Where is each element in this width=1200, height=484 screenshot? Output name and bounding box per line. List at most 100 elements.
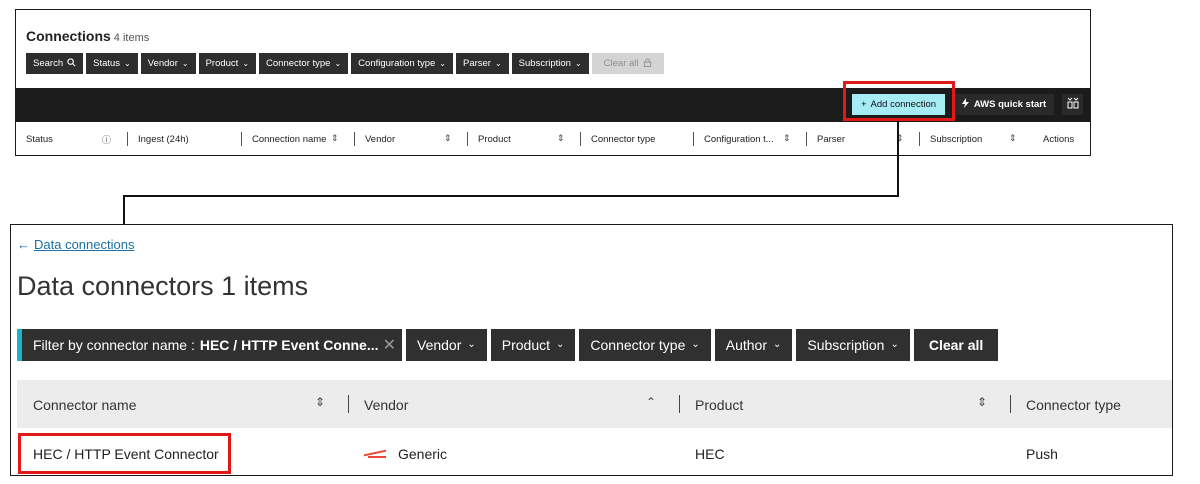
connector-type-filter-button[interactable]: Connector type ⌄ xyxy=(259,53,349,74)
column-divider xyxy=(127,132,128,146)
connector-line xyxy=(897,121,899,197)
search-button[interactable]: Search xyxy=(26,53,84,74)
arrow-left-icon: ← xyxy=(17,237,30,252)
clear-all-button[interactable]: Clear all xyxy=(913,329,999,361)
lightning-icon xyxy=(961,98,969,111)
data-connectors-filter-bar: Filter by connector name : HEC / HTTP Ev… xyxy=(17,329,999,361)
subscription-filter-button[interactable]: Subscription ⌄ xyxy=(511,53,589,74)
column-settings-button[interactable] xyxy=(1062,94,1083,115)
filter-tag-label: Filter by connector name : xyxy=(33,337,195,353)
sort-icon[interactable]: ⇕ xyxy=(557,133,565,144)
author-filter-label: Author xyxy=(725,337,767,353)
filter-tag-value: HEC / HTTP Event Conne... xyxy=(199,337,379,353)
vendor-filter-button[interactable]: Vendor ⌄ xyxy=(140,53,196,74)
chevron-down-icon: ⌄ xyxy=(124,58,131,68)
connector-type-filter-label: Connector type xyxy=(590,337,686,353)
sort-icon[interactable]: ⇕ xyxy=(977,395,987,409)
column-settings-icon xyxy=(1067,97,1079,112)
column-header-vendor[interactable]: Vendor xyxy=(365,134,395,145)
subscription-filter-label: Subscription xyxy=(518,58,571,69)
column-header-ingest[interactable]: Ingest (24h) xyxy=(138,134,189,145)
sort-icon[interactable]: ⇕ xyxy=(444,133,452,144)
chevron-down-icon: ⌄ xyxy=(181,58,189,68)
vendor-filter-button[interactable]: Vendor ⌄ xyxy=(406,329,487,361)
sort-icon[interactable]: ⇕ xyxy=(331,133,339,144)
vendor-cell: Generic xyxy=(364,446,447,462)
back-link-label: Data connections xyxy=(34,237,135,252)
product-filter-label: Product xyxy=(501,337,551,353)
connections-title-text: Connections xyxy=(26,28,111,44)
column-divider xyxy=(1010,395,1011,413)
column-header-connector-type[interactable]: Connector type xyxy=(1026,397,1121,413)
chevron-down-icon: ⌄ xyxy=(691,339,700,350)
column-divider xyxy=(241,132,242,146)
chevron-down-icon: ⌄ xyxy=(494,58,502,68)
chevron-down-icon: ⌄ xyxy=(467,339,476,350)
add-connection-highlight xyxy=(843,81,955,121)
column-header-connection-name[interactable]: Connection name xyxy=(252,134,326,145)
connector-type-cell: Push xyxy=(1026,446,1058,462)
sort-icon[interactable]: ⇕ xyxy=(315,395,325,409)
column-header-vendor[interactable]: Vendor xyxy=(364,397,408,413)
column-divider xyxy=(919,132,920,146)
parser-filter-label: Parser xyxy=(462,58,491,69)
vendor-logo-icon xyxy=(364,449,386,459)
column-divider xyxy=(348,395,349,413)
column-divider xyxy=(806,132,807,146)
connector-line xyxy=(123,195,899,197)
column-header-product[interactable]: Product xyxy=(695,397,743,413)
chevron-down-icon: ⌄ xyxy=(334,58,342,68)
connections-count: 4 items xyxy=(113,32,150,44)
column-header-connector-type[interactable]: Connector type xyxy=(591,134,655,145)
column-header-connector-name[interactable]: Connector name xyxy=(33,397,137,413)
status-filter-button[interactable]: Status ⌄ xyxy=(86,53,138,74)
column-divider xyxy=(693,132,694,146)
column-header-configuration-type[interactable]: Configuration t... xyxy=(704,134,774,145)
subscription-filter-button[interactable]: Subscription ⌄ xyxy=(796,329,910,361)
column-divider xyxy=(354,132,355,146)
data-connectors-table-header: Connector name ⇕ Vendor ⌃ Product ⇕ Conn… xyxy=(17,380,1172,428)
column-divider xyxy=(679,395,680,413)
vendor-filter-label: Vendor xyxy=(147,58,178,69)
back-link[interactable]: ← Data connections xyxy=(17,237,134,252)
search-icon xyxy=(67,57,76,70)
aws-quick-start-button[interactable]: AWS quick start xyxy=(954,94,1054,115)
subscription-filter-label: Subscription xyxy=(807,337,885,353)
clear-all-label: Clear all xyxy=(603,58,639,69)
connector-name-filter-tag[interactable]: Filter by connector name : HEC / HTTP Ev… xyxy=(17,329,402,361)
product-filter-label: Product xyxy=(205,58,239,69)
vendor-filter-label: Vendor xyxy=(417,337,462,353)
parser-filter-button[interactable]: Parser ⌄ xyxy=(455,53,509,74)
product-filter-button[interactable]: Product ⌄ xyxy=(490,329,576,361)
sort-icon[interactable]: ⇕ xyxy=(1009,133,1017,144)
page-title: Data connectors 1 items xyxy=(17,271,309,301)
connections-filter-bar: Search Status ⌄ Vendor ⌄ Product ⌄ Connecto… xyxy=(26,53,664,74)
column-header-product[interactable]: Product xyxy=(478,134,511,145)
column-header-parser[interactable]: Parser xyxy=(817,134,845,145)
sort-icon[interactable]: ⇕ xyxy=(783,133,791,144)
chevron-down-icon: ⌄ xyxy=(574,58,582,68)
chevron-down-icon: ⌄ xyxy=(556,339,565,350)
column-divider xyxy=(467,132,468,146)
close-icon[interactable]: ✕ xyxy=(383,335,396,355)
column-header-subscription[interactable]: Subscription xyxy=(930,134,982,145)
connector-type-filter-button[interactable]: Connector type ⌄ xyxy=(579,329,711,361)
product-filter-button[interactable]: Product ⌄ xyxy=(198,53,257,74)
clear-all-button: Clear all xyxy=(591,53,664,74)
aws-quick-start-label: AWS quick start xyxy=(973,99,1047,110)
sort-ascending-icon[interactable]: ⌃ xyxy=(646,395,656,409)
search-label: Search xyxy=(33,58,64,69)
author-filter-button[interactable]: Author ⌄ xyxy=(714,329,793,361)
configuration-type-filter-button[interactable]: Configuration type ⌄ xyxy=(351,53,453,74)
product-cell: HEC xyxy=(695,446,725,462)
column-header-status[interactable]: Status xyxy=(26,134,53,145)
chevron-down-icon: ⌄ xyxy=(439,58,446,68)
column-divider xyxy=(580,132,581,146)
configuration-type-filter-label: Configuration type xyxy=(358,58,436,69)
status-filter-label: Status xyxy=(93,58,121,69)
chevron-down-icon: ⌄ xyxy=(242,58,250,68)
connector-type-filter-label: Connector type xyxy=(266,58,331,69)
chevron-down-icon: ⌄ xyxy=(890,339,899,350)
info-icon: ⓘ xyxy=(102,135,112,145)
chevron-down-icon: ⌄ xyxy=(773,339,782,350)
